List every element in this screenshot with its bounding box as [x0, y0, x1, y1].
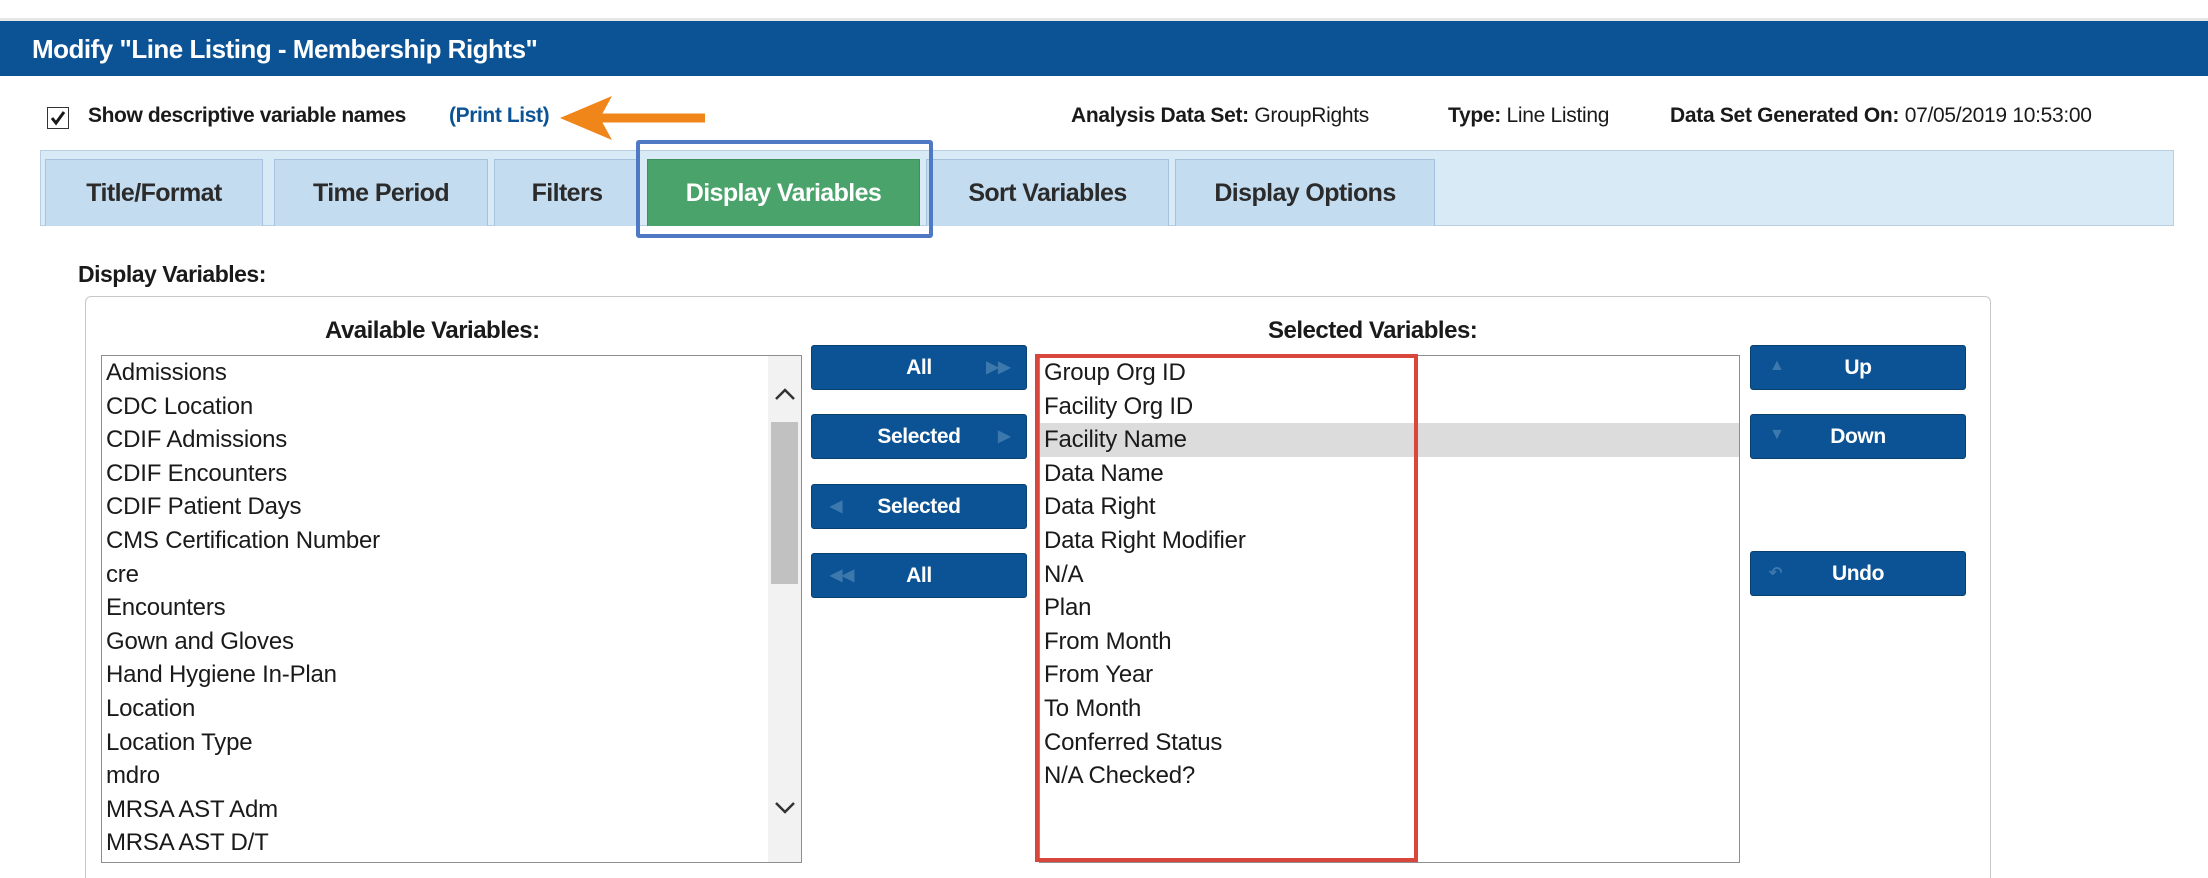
generated-on-label: Data Set Generated On: 07/05/2019 10:53:… [1670, 104, 2092, 128]
down-button[interactable]: ▼ Down [1750, 414, 1966, 459]
remove-selected-button[interactable]: ◀ Selected [811, 484, 1027, 529]
arrow-down-icon: ▼ [1769, 426, 1785, 443]
add-all-button[interactable]: All ▶▶ [811, 345, 1027, 390]
tab-filters[interactable]: Filters [494, 159, 640, 226]
available-list-scrollbar[interactable] [768, 356, 801, 862]
add-all-label: All [906, 355, 932, 379]
undo-icon: ↶ [1769, 565, 1783, 582]
scroll-down-icon[interactable] [773, 800, 797, 816]
page-title: Modify "Line Listing - Membership Rights… [32, 34, 538, 64]
available-list-item[interactable]: Location [102, 692, 801, 726]
up-button[interactable]: ▲ Up [1750, 345, 1966, 390]
available-list-item[interactable]: mdro [102, 759, 801, 793]
add-selected-button[interactable]: Selected ▶ [811, 414, 1027, 459]
tab-title-format[interactable]: Title/Format [45, 159, 263, 226]
show-descriptive-label: Show descriptive variable names [88, 104, 406, 127]
double-arrow-right-icon: ▶▶ [986, 359, 1010, 376]
available-list-item[interactable]: CDIF Admissions [102, 423, 801, 457]
available-list-item[interactable]: cre [102, 558, 801, 592]
type-label-text: Type: [1448, 104, 1501, 127]
available-list-item[interactable]: Gown and Gloves [102, 625, 801, 659]
scrollbar-thumb[interactable] [771, 422, 798, 584]
scroll-up-icon[interactable] [773, 386, 797, 402]
available-list-item[interactable]: Location Type [102, 726, 801, 760]
available-items: Admissions CDC Location CDIF Admissions CDI… [102, 356, 801, 860]
show-descriptive-checkbox[interactable] [47, 107, 69, 129]
type-label: Type: Line Listing [1448, 104, 1609, 128]
orange-arrow-icon [560, 96, 705, 140]
remove-selected-label: Selected [877, 494, 961, 518]
tab-time-period[interactable]: Time Period [274, 159, 488, 226]
up-label: Up [1844, 355, 1872, 379]
arrow-right-icon: ▶ [998, 428, 1010, 445]
available-list-item[interactable]: CDIF Encounters [102, 457, 801, 491]
available-variables-list[interactable]: Admissions CDC Location CDIF Admissions CDI… [101, 355, 802, 863]
tab-sort-variables[interactable]: Sort Variables [926, 159, 1169, 226]
remove-all-button[interactable]: ◀◀ All [811, 553, 1027, 598]
available-list-item[interactable]: CMS Certification Number [102, 524, 801, 558]
available-list-item[interactable]: MRSA AST Adm [102, 793, 801, 827]
tab-display-options[interactable]: Display Options [1175, 159, 1435, 226]
tab-bar: Title/Format Time Period Filters Display… [40, 150, 2174, 226]
available-variables-title: Available Variables: [325, 317, 540, 344]
options-row: Show descriptive variable names (Print L… [0, 96, 2208, 140]
header-bar: Modify "Line Listing - Membership Rights… [0, 18, 2208, 76]
add-selected-label: Selected [877, 424, 961, 448]
double-arrow-left-icon: ◀◀ [830, 567, 854, 584]
analysis-value: GroupRights [1254, 104, 1369, 127]
type-value: Line Listing [1506, 104, 1610, 127]
arrow-up-icon: ▲ [1769, 357, 1785, 374]
down-label: Down [1830, 424, 1886, 448]
available-list-item[interactable]: Admissions [102, 356, 801, 390]
analysis-label-text: Analysis Data Set: [1071, 104, 1249, 127]
undo-label: Undo [1831, 561, 1885, 585]
selected-variables-title: Selected Variables: [1268, 317, 1478, 344]
remove-all-label: All [906, 563, 932, 587]
highlight-box [1035, 354, 1418, 862]
print-list-link[interactable]: (Print List) [449, 104, 550, 128]
available-list-item[interactable]: CDC Location [102, 390, 801, 424]
available-list-item[interactable]: MRSA AST D/T [102, 826, 801, 860]
undo-button[interactable]: ↶ Undo [1750, 551, 1966, 596]
generated-value: 07/05/2019 10:53:00 [1904, 104, 2092, 127]
available-list-item[interactable]: Hand Hygiene In-Plan [102, 658, 801, 692]
section-label: Display Variables: [78, 261, 266, 287]
available-list-item[interactable]: Encounters [102, 591, 801, 625]
available-list-item[interactable]: CDIF Patient Days [102, 490, 801, 524]
active-tab-highlight [636, 140, 933, 238]
arrow-left-icon: ◀ [830, 498, 842, 515]
generated-label-text: Data Set Generated On: [1670, 104, 1900, 127]
analysis-data-set-label: Analysis Data Set: GroupRights [1071, 104, 1369, 128]
checkmark-icon [50, 111, 66, 126]
